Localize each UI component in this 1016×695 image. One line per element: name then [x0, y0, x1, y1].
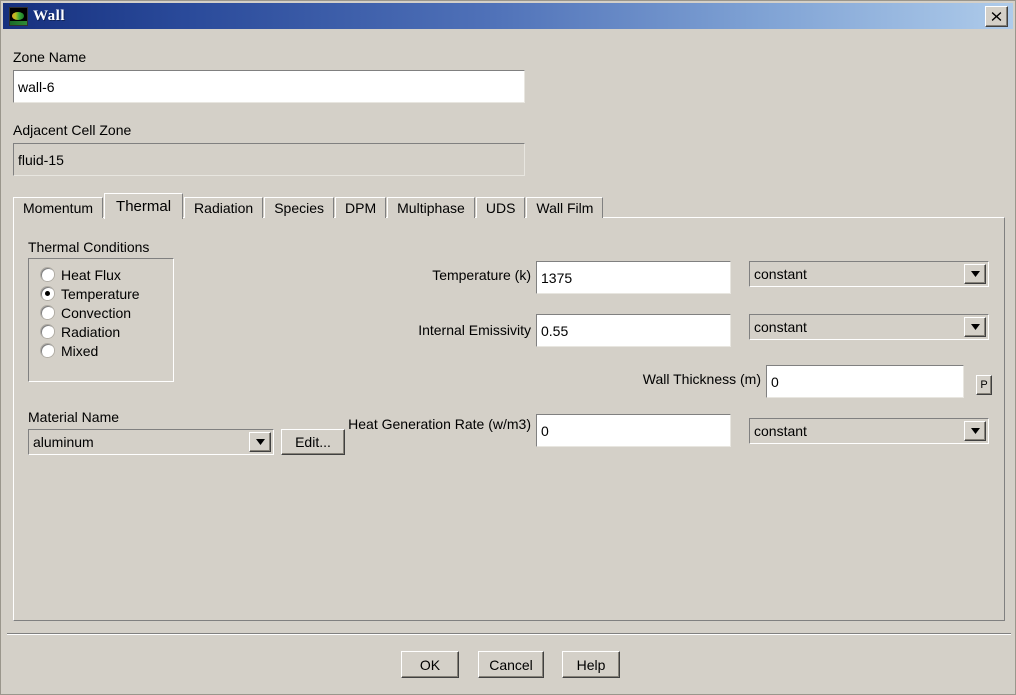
- adjacent-cell-zone-label: Adjacent Cell Zone: [13, 122, 132, 138]
- tab-label: UDS: [485, 200, 516, 216]
- tab-label: Momentum: [23, 200, 94, 216]
- radio-label: Mixed: [61, 342, 99, 359]
- help-button[interactable]: Help: [562, 651, 620, 678]
- tab-thermal[interactable]: Thermal: [104, 193, 184, 219]
- window-title: Wall: [33, 7, 66, 24]
- thermal-conditions-label: Thermal Conditions: [28, 239, 150, 255]
- wall-thickness-input[interactable]: 0: [766, 365, 964, 398]
- chevron-glyph: [970, 324, 980, 330]
- tab-strip: Momentum Thermal Radiation Species DPM M…: [13, 193, 604, 219]
- chevron-glyph: [970, 271, 980, 277]
- tab-label: Species: [274, 200, 325, 216]
- cancel-button[interactable]: Cancel: [478, 651, 544, 678]
- radio-label: Temperature: [61, 285, 140, 302]
- material-edit-button[interactable]: Edit...: [281, 429, 345, 455]
- close-glyph: [991, 11, 1002, 21]
- tab-multiphase[interactable]: Multiphase: [387, 197, 475, 218]
- radio-radiation[interactable]: Radiation: [41, 322, 173, 341]
- heat-generation-method-dropdown[interactable]: constant: [749, 418, 989, 444]
- heat-generation-rate-label: Heat Generation Rate (w/m3): [348, 416, 531, 432]
- radio-button-icon: [41, 306, 54, 319]
- material-name-dropdown[interactable]: aluminum: [28, 429, 274, 455]
- tab-label: DPM: [345, 200, 377, 216]
- dropdown-value: constant: [754, 319, 807, 335]
- dropdown-value: constant: [754, 423, 807, 439]
- heat-generation-rate-input[interactable]: 0: [536, 414, 731, 447]
- zone-name-input[interactable]: wall-6: [13, 70, 525, 103]
- chevron-glyph: [255, 439, 265, 445]
- tab-species[interactable]: Species: [264, 197, 335, 218]
- tab-uds[interactable]: UDS: [475, 197, 526, 218]
- radio-label: Heat Flux: [61, 266, 121, 283]
- adjacent-cell-zone-value: fluid-15: [13, 143, 525, 176]
- temperature-method-dropdown[interactable]: constant: [749, 261, 989, 287]
- temperature-label: Temperature (k): [432, 267, 531, 283]
- tab-label: Radiation: [194, 200, 254, 216]
- dropdown-value: aluminum: [33, 434, 94, 450]
- chevron-down-icon[interactable]: [964, 421, 986, 441]
- dropdown-value: constant: [754, 266, 807, 282]
- zone-name-label: Zone Name: [13, 49, 87, 65]
- internal-emissivity-method-dropdown[interactable]: constant: [749, 314, 989, 340]
- chevron-down-icon[interactable]: [964, 264, 986, 284]
- wall-thickness-label: Wall Thickness (m): [642, 371, 761, 387]
- wall-dialog: Wall Zone Name wall-6 Adjacent Cell Zone…: [0, 0, 1016, 695]
- internal-emissivity-input[interactable]: 0.55: [536, 314, 731, 347]
- radio-button-icon: [41, 287, 54, 300]
- tab-radiation[interactable]: Radiation: [184, 197, 264, 218]
- internal-emissivity-label: Internal Emissivity: [418, 322, 531, 338]
- chevron-down-icon[interactable]: [964, 317, 986, 337]
- footer-divider: [7, 633, 1011, 635]
- radio-button-icon: [41, 325, 54, 338]
- temperature-input[interactable]: 1375: [536, 261, 731, 294]
- fluent-wall-icon: [9, 6, 28, 26]
- radio-mixed[interactable]: Mixed: [41, 341, 173, 360]
- thermal-conditions-group: Heat Flux Temperature Convection Radiati…: [28, 258, 174, 382]
- material-name-label: Material Name: [28, 409, 120, 425]
- radio-button-icon: [41, 268, 54, 281]
- tab-label: Thermal: [116, 198, 172, 215]
- tab-dpm[interactable]: DPM: [335, 197, 387, 218]
- tab-label: Multiphase: [397, 200, 465, 216]
- close-icon[interactable]: [985, 5, 1008, 27]
- chevron-glyph: [970, 428, 980, 434]
- tab-label: Wall Film: [536, 200, 594, 216]
- chevron-down-icon[interactable]: [249, 432, 271, 452]
- radio-button-icon: [41, 344, 54, 357]
- radio-label: Radiation: [61, 323, 121, 340]
- wall-thickness-profile-button[interactable]: P: [976, 375, 992, 395]
- tab-wall-film[interactable]: Wall Film: [526, 197, 604, 218]
- title-bar: Wall: [3, 3, 1013, 29]
- radio-convection[interactable]: Convection: [41, 303, 173, 322]
- radio-temperature[interactable]: Temperature: [41, 284, 173, 303]
- tab-momentum[interactable]: Momentum: [13, 197, 104, 218]
- radio-heat-flux[interactable]: Heat Flux: [41, 265, 173, 284]
- ok-button[interactable]: OK: [401, 651, 459, 678]
- radio-label: Convection: [61, 304, 132, 321]
